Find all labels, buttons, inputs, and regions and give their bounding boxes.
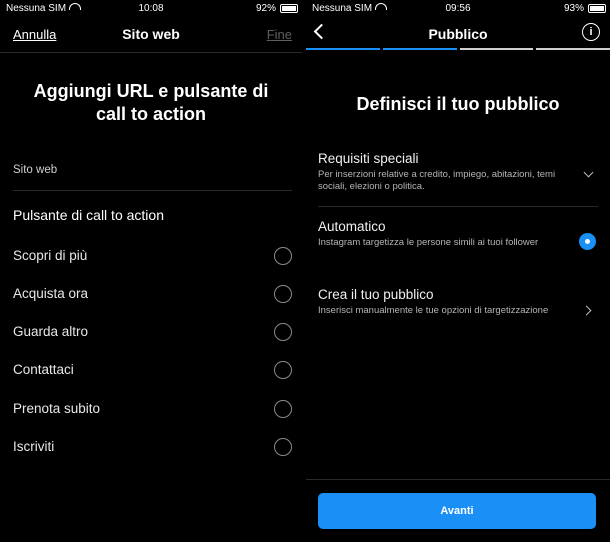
option-title: Crea il tuo pubblico <box>318 287 434 302</box>
chevron-right-icon[interactable] <box>581 305 592 316</box>
chevron-down-icon[interactable] <box>583 167 594 178</box>
radio-button[interactable] <box>274 285 292 303</box>
battery-icon <box>280 4 298 13</box>
radio-button[interactable] <box>274 323 292 341</box>
field-divider <box>13 190 292 191</box>
info-icon[interactable]: i <box>582 23 600 41</box>
option-automatic[interactable]: Automatico Instagram targetizza le perso… <box>318 219 598 250</box>
option-title: Automatico <box>318 219 386 234</box>
option-create-audience[interactable]: Crea il tuo pubblico Inserisci manualmen… <box>318 287 598 317</box>
progress-segment <box>382 48 457 50</box>
cta-option-scopri[interactable]: Scopri di più <box>13 247 292 269</box>
radio-button[interactable] <box>274 361 292 379</box>
cta-option-acquista[interactable]: Acquista ora <box>13 285 292 307</box>
status-bar: Nessuna SIM 10:08 92% <box>0 0 302 16</box>
radio-button[interactable] <box>274 247 292 265</box>
page-title: Sito web <box>122 26 180 42</box>
status-bar: Nessuna SIM 09:56 93% <box>306 0 610 16</box>
option-description: Instagram targetizza le persone simili a… <box>318 237 539 248</box>
website-field[interactable]: Sito web <box>13 164 57 176</box>
progress-segment <box>536 48 610 50</box>
next-button[interactable]: Avanti <box>318 493 596 529</box>
battery-icon <box>588 4 606 13</box>
screen-heading: Aggiungi URL e pulsante di call to actio… <box>33 81 269 124</box>
cta-option-prenota[interactable]: Prenota subito <box>13 400 292 422</box>
option-label: Guarda altro <box>13 324 89 339</box>
screen-heading: Definisci il tuo pubblico <box>356 94 560 114</box>
nav-bar: Annulla Sito web Fine <box>0 18 302 52</box>
battery-percent: 93% <box>563 3 584 14</box>
battery-percent: 92% <box>255 3 276 14</box>
progress-segment <box>459 48 534 50</box>
website-screen: Nessuna SIM 10:08 92% Annulla Sito web F… <box>0 0 302 542</box>
cta-section-title: Pulsante di call to action <box>13 207 164 223</box>
cta-option-iscriviti[interactable]: Iscriviti <box>13 438 292 460</box>
nav-divider <box>0 52 302 53</box>
option-label: Scopri di più <box>13 248 88 263</box>
option-description: Inserisci manualmente le tue opzioni di … <box>318 305 549 316</box>
nav-bar: Pubblico i <box>306 18 610 52</box>
option-description: Per inserzioni relative a credito, impie… <box>318 169 556 192</box>
option-title: Requisiti speciali <box>318 151 419 166</box>
progress-segment <box>306 48 380 50</box>
footer-divider <box>306 479 610 480</box>
option-special-requirements[interactable]: Requisiti speciali Per inserzioni relati… <box>318 151 598 193</box>
cta-option-guarda[interactable]: Guarda altro <box>13 323 292 345</box>
option-label: Contattaci <box>13 362 74 377</box>
item-divider <box>318 206 598 207</box>
option-label: Acquista ora <box>13 286 89 301</box>
radio-button[interactable] <box>274 438 292 456</box>
page-title: Pubblico <box>428 26 488 42</box>
radio-selected-icon[interactable] <box>579 233 596 250</box>
cta-option-contattaci[interactable]: Contattaci <box>13 361 292 383</box>
option-label: Prenota subito <box>13 401 101 416</box>
done-button[interactable]: Fine <box>267 27 292 42</box>
audience-screen: Nessuna SIM 09:56 93% Pubblico i Definis… <box>306 0 610 542</box>
option-label: Iscriviti <box>13 439 55 454</box>
radio-button[interactable] <box>274 400 292 418</box>
